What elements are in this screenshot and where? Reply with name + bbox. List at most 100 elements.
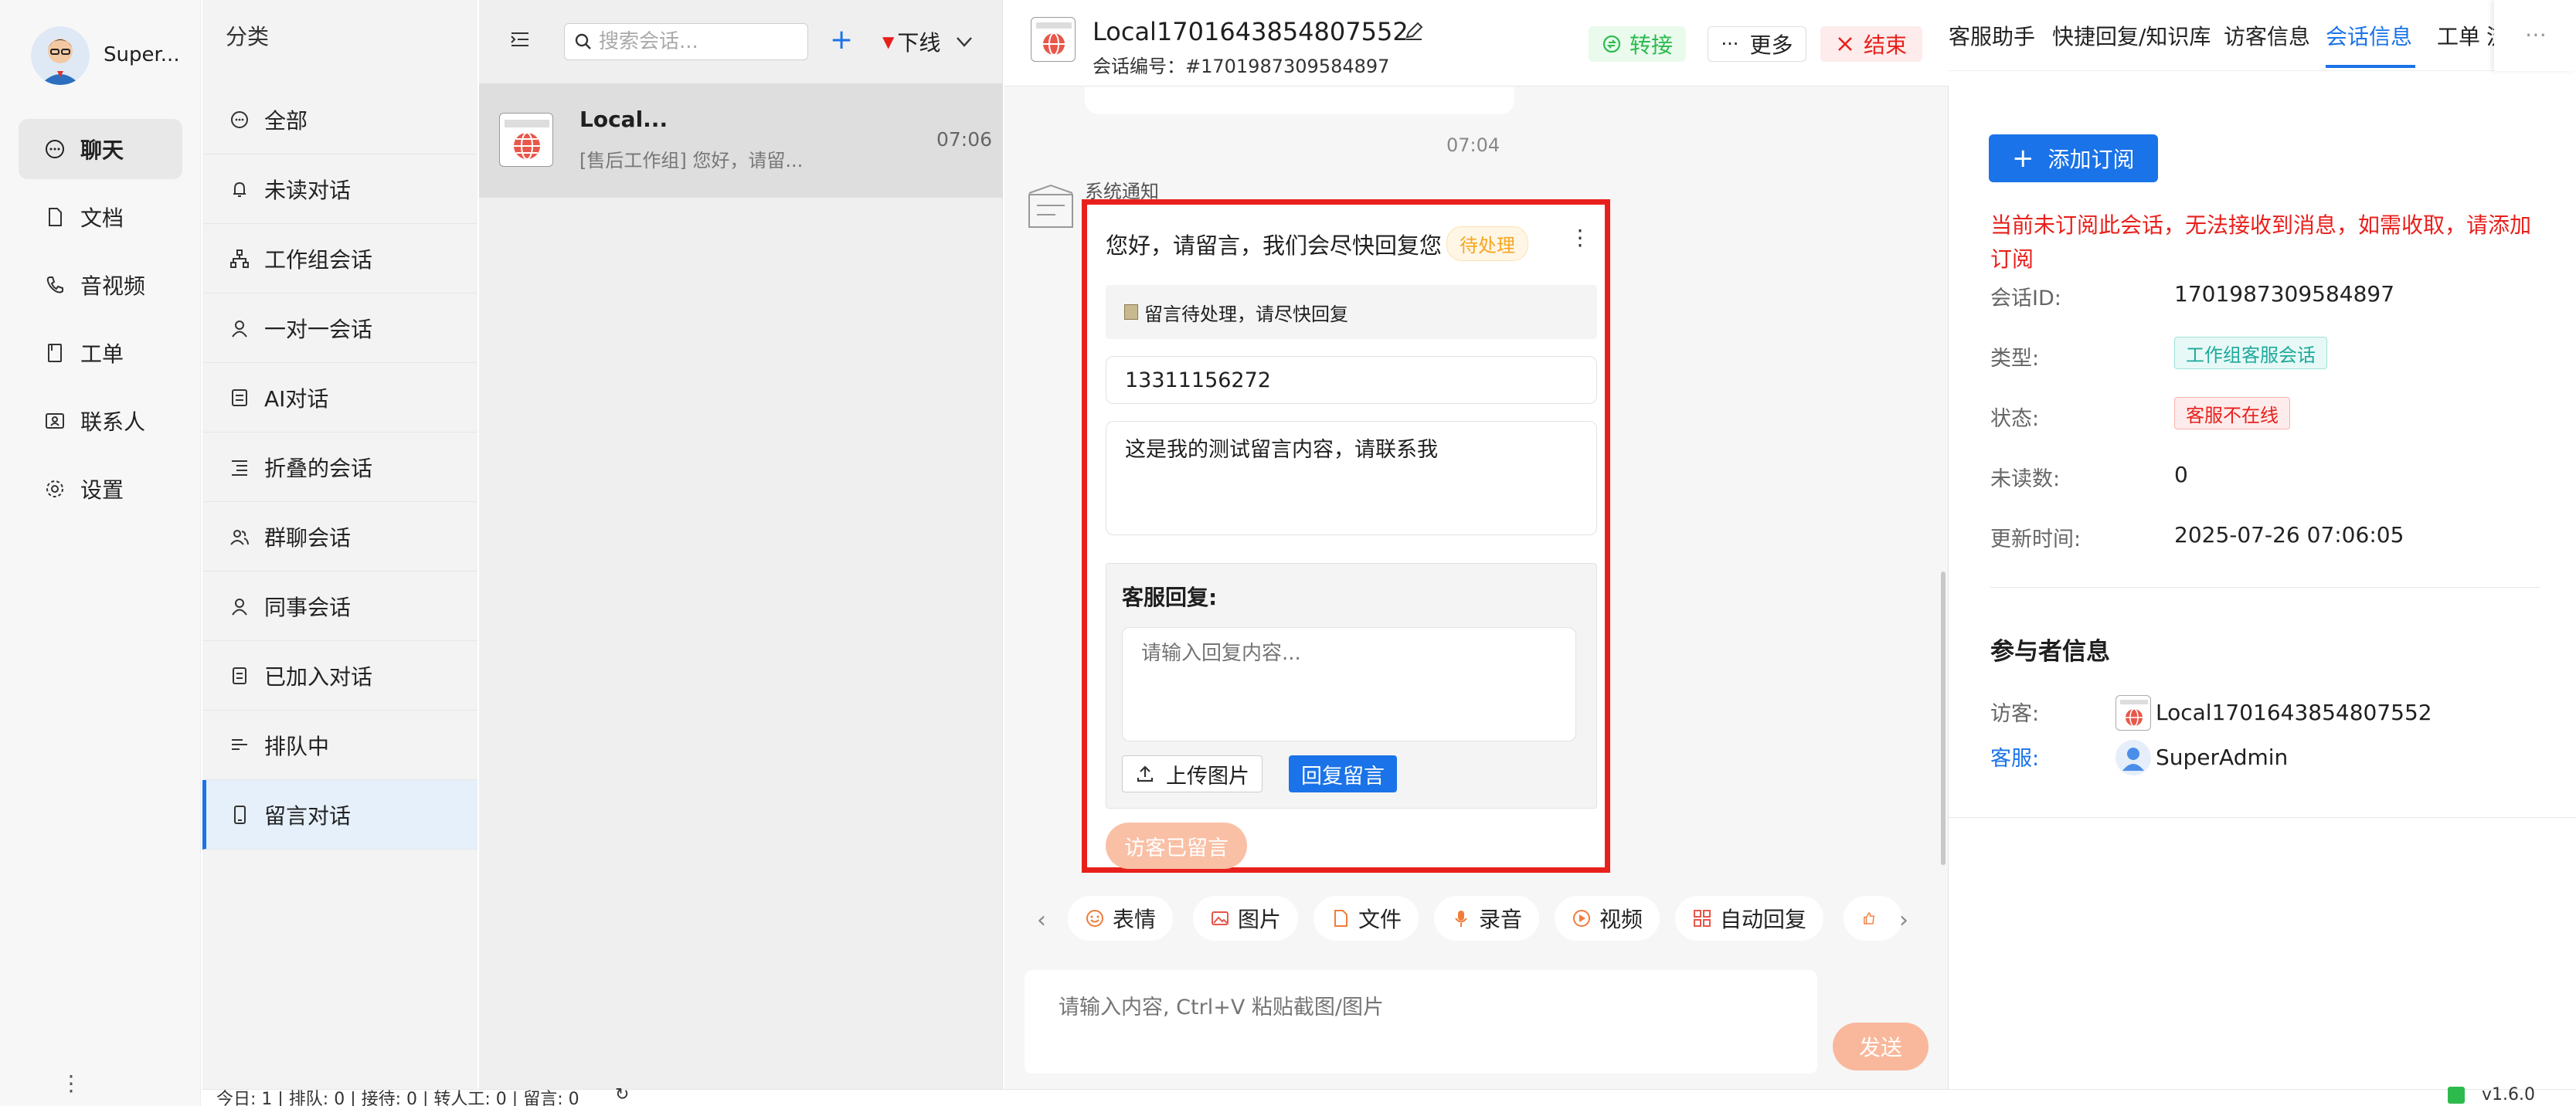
toolbar-label: 视频 <box>1599 907 1643 932</box>
send-button[interactable]: 发送 <box>1833 1023 1929 1070</box>
avatar[interactable] <box>31 26 90 85</box>
nav-item-ticket[interactable]: 工单 <box>19 323 182 383</box>
add-subscription-button[interactable]: + 添加订阅 <box>1989 134 2158 182</box>
category-item[interactable]: 全部 <box>202 85 477 154</box>
category-label: 留言对话 <box>264 802 352 829</box>
status-dropdown[interactable]: ▼ 下线 <box>882 26 974 57</box>
nav-item-docs[interactable]: 文档 <box>19 187 182 247</box>
nav-item-av[interactable]: 音视频 <box>19 255 182 315</box>
reply-section: 客服回复: 上传图片 回复留言 <box>1106 563 1597 809</box>
category-item[interactable]: 已加入对话 <box>202 641 477 711</box>
main-nav: Super... 聊天 文档 音视频 工单 联系人 设置 ⋮ <box>0 0 201 1106</box>
tab-assistant[interactable]: 客服助手 <box>1949 20 2035 51</box>
auto-reply-button[interactable]: 自动回复 <box>1675 896 1824 941</box>
reply-textarea[interactable] <box>1122 627 1576 741</box>
nav-item-settings[interactable]: 设置 <box>19 459 182 519</box>
category-item[interactable]: 工作组会话 <box>202 224 477 293</box>
state-label: 状态: <box>1990 407 2040 431</box>
add-icon[interactable]: + <box>830 25 853 56</box>
ticket-icon <box>48 344 62 362</box>
tab-ticket[interactable]: 工单 <box>2437 20 2480 51</box>
thumbs-up-icon <box>1864 912 1875 924</box>
like-button[interactable] <box>1844 896 1902 941</box>
category-item[interactable]: 一对一会话 <box>202 293 477 363</box>
colleague-icon <box>232 598 247 616</box>
contact-icon <box>46 413 64 429</box>
message-input[interactable] <box>1025 970 1817 1074</box>
video-button[interactable]: 视频 <box>1555 896 1660 941</box>
agent-label: 客服: <box>1990 747 2040 771</box>
microphone-icon <box>1455 911 1467 927</box>
edit-icon[interactable] <box>1403 20 1425 45</box>
category-label: 一对一会话 <box>264 316 373 342</box>
nav-label: 聊天 <box>80 137 124 163</box>
more-button[interactable]: ··· 更多 <box>1708 26 1806 62</box>
add-subscription-label: 添加订阅 <box>2048 147 2135 172</box>
image-button[interactable]: 图片 <box>1193 896 1299 941</box>
category-item[interactable]: 未读对话 <box>202 154 477 224</box>
category-label: 已加入对话 <box>264 663 373 690</box>
chat-scrollbar[interactable] <box>1941 572 1946 865</box>
kebab-menu-icon[interactable]: ⋮ <box>1569 225 1591 250</box>
upload-icon <box>1137 765 1154 782</box>
chat-avatar <box>1031 17 1076 62</box>
system-notice-icon <box>1025 182 1079 235</box>
upload-image-button[interactable]: 上传图片 <box>1122 755 1263 792</box>
tabs-more-icon[interactable]: ⋯ <box>2525 22 2547 47</box>
tabs-overflow-fade: ⋯ <box>2494 0 2576 71</box>
chevron-right-icon[interactable]: › <box>1899 907 1908 934</box>
chevron-left-icon[interactable]: ‹ <box>1037 907 1046 934</box>
nav-label: 联系人 <box>80 409 146 435</box>
queue-icon <box>232 738 247 750</box>
nav-item-contacts[interactable]: 联系人 <box>19 391 182 451</box>
gear-icon <box>46 480 63 497</box>
search-icon <box>575 33 591 49</box>
subscription-warning: 当前未订阅此会话，无法接收到消息，如需收取，请添加 <box>1990 212 2532 238</box>
search-box[interactable] <box>564 23 808 60</box>
collapse-icon[interactable] <box>508 28 532 54</box>
updated-value: 2025-07-26 07:06:05 <box>2174 522 2404 548</box>
video-icon <box>1573 910 1590 927</box>
notice-bar: 留言待处理，请尽快回复 <box>1106 285 1597 339</box>
nav-label: 设置 <box>80 477 124 503</box>
file-button[interactable]: 文件 <box>1313 896 1419 941</box>
category-label: 未读对话 <box>264 177 352 203</box>
conversation-list-panel: + ▼ 下线 Local... [售后工作组] 您好，请留... 07:06 <box>479 0 1003 1089</box>
category-item[interactable]: 留言对话 <box>202 780 477 850</box>
conversation-time: 07:06 <box>936 128 993 151</box>
refresh-icon[interactable]: ↻ <box>615 1085 629 1104</box>
record-button[interactable]: 录音 <box>1434 896 1540 941</box>
category-panel: 分类 全部未读对话工作组会话一对一会话 AI对话 折叠的会话 群聊会话 同事会话已加入对… <box>202 0 477 1089</box>
category-item[interactable]: 群聊会话 <box>202 502 477 572</box>
reply-message-button[interactable]: 回复留言 <box>1289 755 1397 792</box>
transfer-button[interactable]: 转接 <box>1589 26 1686 62</box>
category-item[interactable]: AI对话 <box>202 363 477 433</box>
end-button[interactable]: 结束 <box>1820 26 1922 62</box>
emoji-button[interactable]: 表情 <box>1068 896 1174 941</box>
message-timestamp: 07:04 <box>1446 134 1500 156</box>
bell-icon <box>233 182 246 197</box>
toolbar-label: 录音 <box>1479 907 1523 932</box>
nav-item-chat[interactable]: 聊天 <box>19 119 182 179</box>
category-item[interactable]: 同事会话 <box>202 572 477 641</box>
category-header: 分类 <box>226 24 270 49</box>
agent-name[interactable]: SuperAdmin <box>2156 745 2288 770</box>
tab-visitor-info[interactable]: 访客信息 <box>2224 20 2310 51</box>
more-menu-icon[interactable]: ⋮ <box>60 1070 82 1096</box>
chevron-down-icon <box>957 37 973 47</box>
search-input[interactable] <box>599 30 800 53</box>
visitor-left-message-button[interactable]: 访客已留言 <box>1106 823 1247 869</box>
visitor-name[interactable]: Local1701643854807552 <box>2156 700 2432 725</box>
previous-message-bubble <box>1085 87 1514 114</box>
conversation-item[interactable]: Local... [售后工作组] 您好，请留... 07:06 <box>479 83 1003 198</box>
chat-panel: Local1701643854807552 会话编号：#170198730958… <box>1004 0 1949 1089</box>
type-label: 类型: <box>1990 347 2040 371</box>
notepad-icon <box>1124 304 1138 320</box>
tab-quick-reply[interactable]: 快捷回复/知识库 <box>2052 20 2211 51</box>
updated-label: 更新时间: <box>1990 528 2082 551</box>
category-item[interactable]: 折叠的会话 <box>202 433 477 502</box>
category-item[interactable]: 排队中 <box>202 711 477 780</box>
tab-session-info[interactable]: 会话信息 <box>2326 20 2412 51</box>
agent-avatar <box>2116 740 2151 775</box>
joined-icon <box>233 667 246 684</box>
